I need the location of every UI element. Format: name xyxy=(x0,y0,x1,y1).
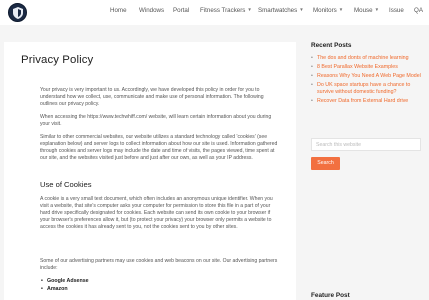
intro-paragraph: Your privacy is very important to us. Ac… xyxy=(40,87,264,107)
nav-fitness-trackers-label: Fitness Trackers xyxy=(200,7,246,14)
nav-home-label: Home xyxy=(110,7,127,14)
chevron-down-icon: ▼ xyxy=(247,7,252,12)
nav-smartwatches-label: Smartwatches xyxy=(258,7,298,14)
nav-issue[interactable]: Issue xyxy=(389,7,404,14)
recent-post-link[interactable]: Reasons Why You Need A Web Page Model xyxy=(311,73,423,81)
chevron-down-icon: ▼ xyxy=(299,7,304,12)
cookies-logs-paragraph: Similar to other commercial websites, ou… xyxy=(40,134,278,161)
nav-monitors[interactable]: Monitors ▼ xyxy=(313,7,343,14)
recent-post-link[interactable]: Recover Data from External Hard drive xyxy=(311,98,423,106)
nav-portal-label: Portal xyxy=(173,7,190,14)
nav-smartwatches[interactable]: Smartwatches ▼ xyxy=(258,7,304,14)
site-logo[interactable] xyxy=(8,3,27,22)
nav-windows[interactable]: Windows xyxy=(139,7,164,14)
recent-post-link[interactable]: The dos and donts of machine learning xyxy=(311,55,423,63)
page-title: Privacy Policy xyxy=(21,54,94,66)
recent-post-link[interactable]: 8 Best Parallax Website Examples xyxy=(311,64,423,72)
recent-posts-heading: Recent Posts xyxy=(311,42,352,49)
nav-qa-label: QA xyxy=(414,7,423,14)
access-paragraph: When accessing the https://www.techwhiff… xyxy=(40,114,272,127)
chevron-down-icon: ▼ xyxy=(374,7,380,12)
nav-mouse-label: Mouse xyxy=(354,7,373,14)
partner-item: Amazon xyxy=(41,286,67,292)
nav-home[interactable]: Home xyxy=(110,7,127,14)
nav-monitors-label: Monitors xyxy=(313,7,337,14)
recent-posts-list: The dos and donts of machine learning 8 … xyxy=(311,55,423,107)
nav-issue-label: Issue xyxy=(389,7,404,14)
search-button[interactable]: Search xyxy=(311,157,340,170)
search-input[interactable]: Search this website xyxy=(311,138,421,151)
recent-post-link[interactable]: Do UK space startups have a chance to su… xyxy=(311,82,423,97)
nav-mouse[interactable]: Mouse ▼ xyxy=(354,7,379,14)
advertising-paragraph: Some of our advertising partners may use… xyxy=(40,258,278,271)
nav-windows-label: Windows xyxy=(139,7,165,14)
cookie-definition-paragraph: A cookie is a very small text document, … xyxy=(40,196,273,230)
nav-qa[interactable]: QA xyxy=(414,7,423,14)
logo-emblem-icon xyxy=(13,7,23,19)
nav-portal[interactable]: Portal xyxy=(173,7,189,14)
partner-item: Google Adsense xyxy=(41,278,89,284)
cookies-heading: Use of Cookies xyxy=(40,180,92,189)
nav-fitness-trackers[interactable]: Fitness Trackers ▼ xyxy=(200,7,252,14)
feature-post-heading: Feature Post xyxy=(311,292,350,299)
chevron-down-icon: ▼ xyxy=(338,7,344,12)
